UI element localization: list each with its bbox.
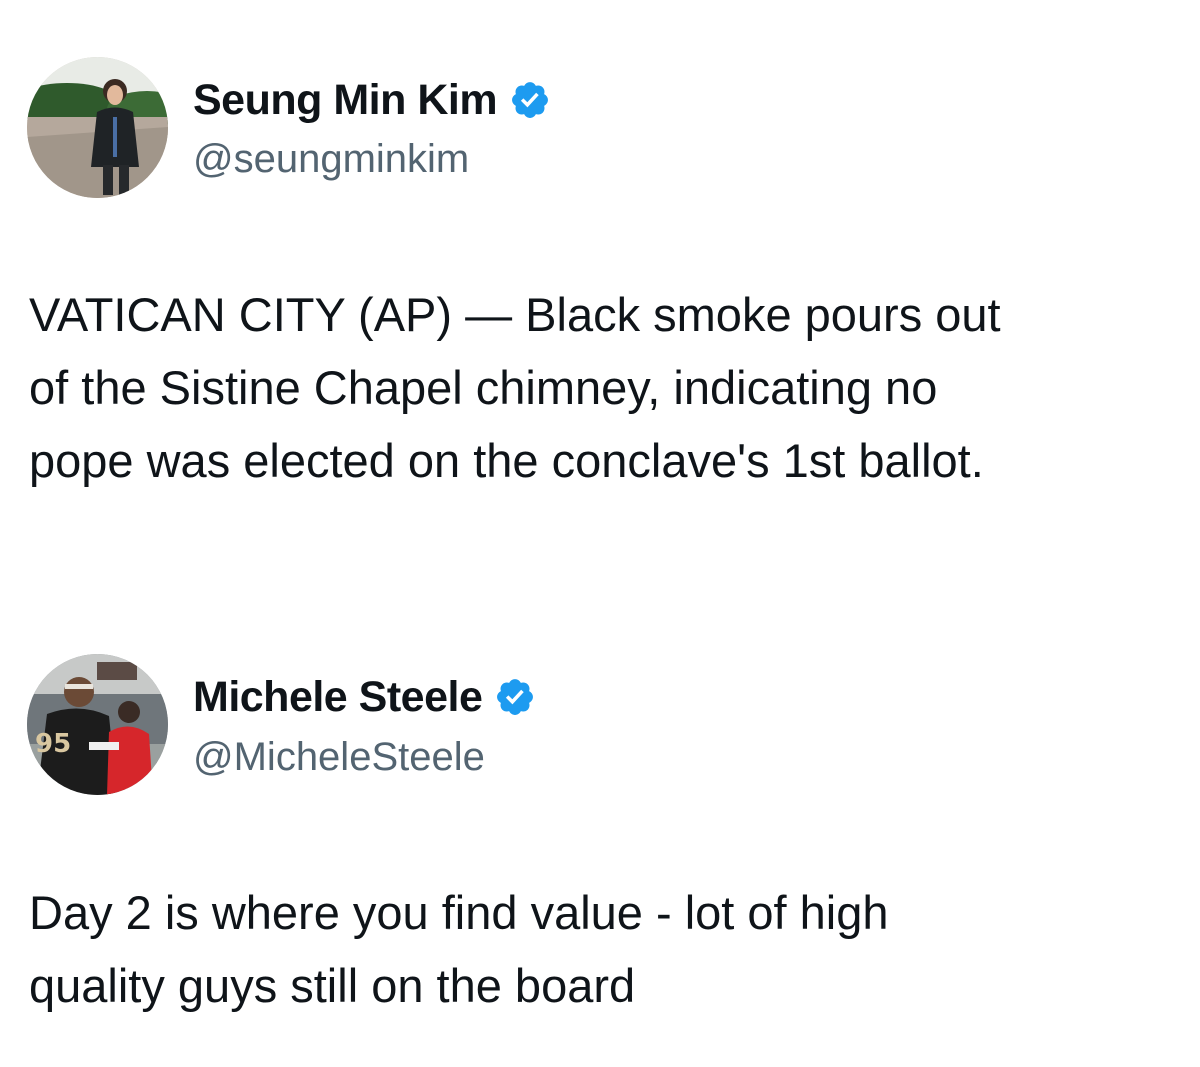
author-row[interactable]: Michele Steele (193, 671, 536, 723)
display-name[interactable]: Michele Steele (193, 671, 483, 723)
user-handle[interactable]: @seungminkim (193, 135, 469, 183)
profile-photo-icon: 95 (27, 654, 168, 795)
display-name[interactable]: Seung Min Kim (193, 74, 498, 126)
author-row[interactable]: Seung Min Kim (193, 74, 551, 126)
user-handle[interactable]: @MicheleSteele (193, 733, 485, 781)
verified-badge-icon (512, 82, 548, 118)
avatar[interactable] (27, 57, 168, 198)
avatar[interactable]: 95 (27, 654, 168, 795)
profile-photo-icon (27, 57, 168, 198)
tweet-text: Day 2 is where you find value - lot of h… (29, 886, 889, 1012)
verified-badge-icon (497, 679, 534, 715)
tweet-text: VATICAN CITY (AP) — Black smoke pours ou… (29, 288, 1001, 487)
svg-text:95: 95 (35, 729, 71, 759)
